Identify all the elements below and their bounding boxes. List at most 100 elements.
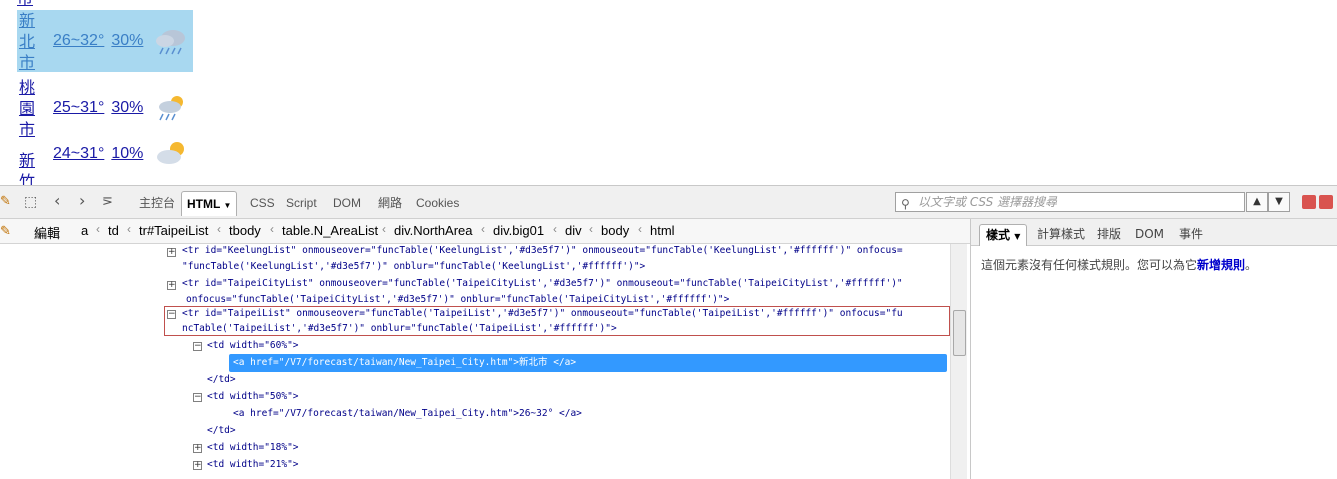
cloud-rain-icon[interactable] [153, 26, 189, 56]
tab-script[interactable]: Script [281, 191, 322, 215]
collapse-icon[interactable]: − [167, 310, 176, 319]
weather-row-hsinchu[interactable]: 新 竹 24~31° 10% [17, 140, 193, 185]
tree-node-taipei-cont: ncTable('TaipeiList','#d3e5f7')" onblur=… [182, 323, 617, 334]
city-char: 園 [18, 98, 35, 118]
tab-html[interactable]: HTML ▼ [181, 191, 238, 216]
edit-button[interactable]: 編輯 [34, 223, 60, 242]
breadcrumb: ✎ 編輯 a ‹ td ‹ tr#TaipeiList ‹ tbody ‹ ta… [0, 219, 970, 244]
temperature-link[interactable]: 25~31° [53, 99, 104, 117]
breadcrumb-item[interactable]: tr#TaipeiList [139, 223, 208, 238]
side-tabs: 樣式 ▼ 計算樣式 排版 DOM 事件 [971, 219, 1337, 246]
breadcrumb-item[interactable]: a [81, 223, 88, 238]
tree-scrollbar[interactable] [950, 244, 967, 479]
city-char: 竹 [18, 172, 35, 185]
chevron-down-icon[interactable]: ▼ [223, 201, 231, 210]
tab-cookies[interactable]: Cookies [411, 191, 464, 215]
breadcrumb-item[interactable]: html [650, 223, 675, 238]
scrollbar-thumb[interactable] [953, 310, 966, 356]
firebug-toolbar: ✎ ⬚ ‹ › ⋝ 主控台 HTML ▼ CSS Script DOM 網路 C… [0, 185, 1337, 219]
command-line-icon[interactable]: ⋝ [102, 194, 113, 209]
breadcrumb-item[interactable]: td [108, 223, 119, 238]
city-char: 市 [18, 119, 35, 139]
tree-node-td-close: </td> [207, 374, 236, 385]
tab-css[interactable]: CSS [245, 191, 280, 215]
expand-icon[interactable]: + [167, 281, 176, 290]
breadcrumb-separator-icon: ‹ [589, 222, 593, 236]
page-viewport: 市 新 北 市 26~32° 30% 桃 園 市 25~31° 30% [0, 0, 1337, 185]
tab-html-label: HTML [187, 197, 221, 211]
no-style-text: 這個元素沒有任何樣式規則。您可以為它 [981, 258, 1198, 272]
search-input[interactable]: ⚲ 以文字或 CSS 選擇器搜尋 [895, 192, 1245, 212]
sun-cloud-icon[interactable] [153, 139, 189, 169]
chevron-down-icon[interactable]: ▼ [1014, 232, 1020, 241]
inspect-icon[interactable]: ⬚ [24, 194, 37, 210]
breadcrumb-item[interactable]: table.N_AreaList [282, 223, 378, 238]
weather-row-newtaipei[interactable]: 新 北 市 26~32° 30% [17, 10, 193, 72]
expand-icon[interactable]: + [193, 461, 202, 470]
rain-chance-link[interactable]: 10% [111, 145, 143, 163]
selected-node-row[interactable]: <a href="/V7/forecast/taiwan/New_Taipei_… [229, 354, 947, 372]
tree-node-anchor[interactable]: <a href="/V7/forecast/taiwan/New_Taipei_… [233, 405, 582, 422]
city-char: 市 [18, 52, 35, 72]
tree-node-td[interactable]: <td width="60%"> [207, 337, 299, 354]
expand-icon[interactable]: + [167, 248, 176, 257]
tree-node-td[interactable]: <td width="18%"> [207, 439, 299, 456]
tab-layout[interactable]: 排版 [1091, 224, 1127, 245]
collapse-icon[interactable]: − [193, 393, 202, 402]
firebug-icon[interactable]: ✎ [0, 194, 11, 209]
search-icon: ⚲ [901, 197, 910, 211]
rain-chance-link[interactable]: 30% [111, 32, 143, 50]
tab-net[interactable]: 網路 [373, 191, 407, 215]
back-icon[interactable]: ‹ [54, 191, 60, 210]
breadcrumb-separator-icon: ‹ [96, 222, 100, 236]
temperature-link[interactable]: 24~31° [53, 145, 104, 163]
tab-events[interactable]: 事件 [1173, 224, 1209, 245]
tab-style[interactable]: 樣式 ▼ [979, 224, 1028, 246]
weather-row-taoyuan[interactable]: 桃 園 市 25~31° 30% [17, 77, 193, 139]
tree-node-td[interactable]: <td width="21%"> [207, 456, 299, 473]
add-rule-link[interactable]: 新增規則 [1197, 258, 1245, 272]
breadcrumb-item[interactable]: body [601, 223, 629, 238]
city-char: 新 [18, 151, 35, 170]
search-placeholder: 以文字或 CSS 選擇器搜尋 [918, 195, 1058, 209]
tree-node-td[interactable]: <td width="50%"> [207, 388, 299, 405]
tree-node-keelung[interactable]: <tr id="KeelungList" onmouseover="funcTa… [182, 244, 903, 259]
city-link[interactable]: 新 竹 [17, 150, 37, 185]
breadcrumb-item[interactable]: tbody [229, 223, 261, 238]
breadcrumb-separator-icon: ‹ [481, 222, 485, 236]
city-link[interactable]: 新 北 市 [17, 10, 37, 73]
tab-side-dom[interactable]: DOM [1129, 224, 1170, 245]
no-style-end: 。 [1245, 258, 1258, 272]
city-char: 新 [18, 10, 35, 30]
tab-computed[interactable]: 計算樣式 [1031, 224, 1091, 245]
search-prev-button[interactable]: ▲ [1246, 192, 1268, 212]
collapse-icon[interactable]: − [193, 342, 202, 351]
detach-icon[interactable] [1319, 195, 1333, 209]
city-link[interactable]: 桃 園 市 [17, 77, 37, 140]
forward-icon[interactable]: › [79, 191, 85, 210]
tree-node-taipeicity[interactable]: <tr id="TaipeiCityList" onmouseover="fun… [182, 275, 903, 292]
city-char: 北 [18, 31, 35, 51]
search-next-button[interactable]: ▼ [1268, 192, 1290, 212]
rain-chance-link[interactable]: 30% [111, 99, 143, 117]
close-icon[interactable] [1302, 195, 1316, 209]
previous-row-fragment: 市 [17, 0, 37, 6]
tree-node-td-close: </td> [207, 425, 236, 436]
breadcrumb-separator-icon: ‹ [217, 222, 221, 236]
tree-node-anchor[interactable]: <a href="/V7/forecast/taiwan/New_Taipei_… [233, 354, 576, 372]
breadcrumb-item[interactable]: div.big01 [493, 223, 544, 238]
temperature-link[interactable]: 26~32° [53, 32, 104, 50]
breadcrumb-item[interactable]: div.NorthArea [394, 223, 473, 238]
edit-icon[interactable]: ✎ [0, 223, 11, 239]
breadcrumb-separator-icon: ‹ [270, 222, 274, 236]
breadcrumb-item[interactable]: div [565, 223, 582, 238]
sun-cloud-rain-icon[interactable] [153, 93, 189, 123]
expand-icon[interactable]: + [193, 444, 202, 453]
tab-console[interactable]: 主控台 [134, 191, 180, 215]
breadcrumb-separator-icon: ‹ [127, 222, 131, 236]
style-side-panel: 樣式 ▼ 計算樣式 排版 DOM 事件 這個元素沒有任何樣式規則。您可以為它新增… [970, 219, 1337, 479]
no-style-message: 這個元素沒有任何樣式規則。您可以為它新增規則。 [981, 256, 1257, 273]
breadcrumb-separator-icon: ‹ [382, 222, 386, 236]
tab-dom[interactable]: DOM [328, 191, 366, 215]
html-tree-panel: + <tr id="KeelungList" onmouseover="func… [0, 244, 970, 479]
